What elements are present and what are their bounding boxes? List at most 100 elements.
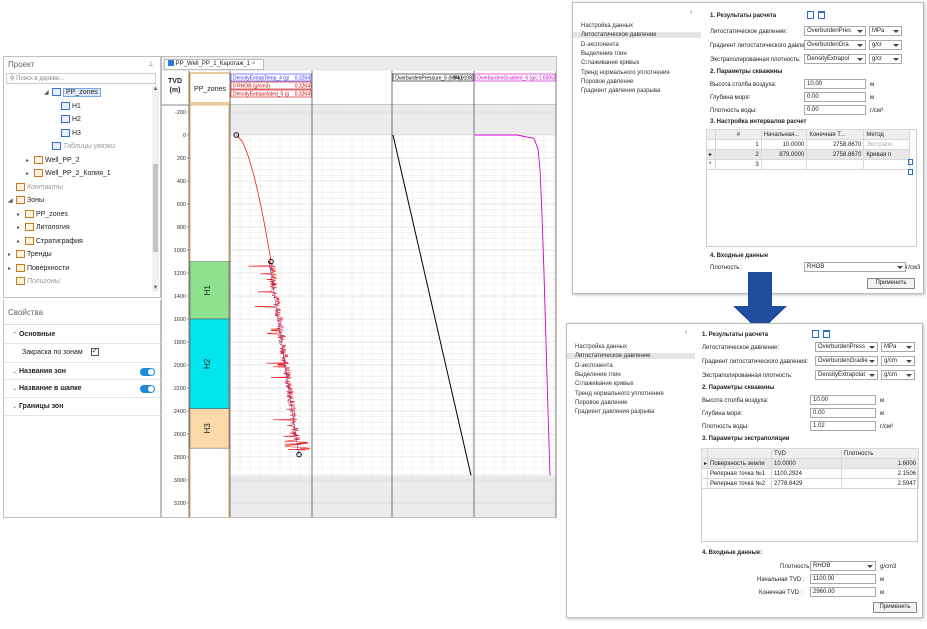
expand-right-icon[interactable]: ▸ xyxy=(17,222,25,235)
tree-item[interactable]: Полигоны xyxy=(8,275,60,288)
sea-input[interactable]: 0.00 xyxy=(810,408,876,418)
nav-item[interactable]: Настройка данных xyxy=(575,344,693,350)
lith-select[interactable]: OverburdenPres xyxy=(804,26,866,36)
zone-names-toggle[interactable] xyxy=(140,368,155,376)
water-input[interactable]: 0.00 xyxy=(804,105,866,115)
expand-right-icon[interactable]: ▸ xyxy=(26,168,34,181)
search-input[interactable]: ⚲ Поиск в дереве... xyxy=(6,73,156,84)
lith-unit-select[interactable]: MPa xyxy=(881,342,915,352)
nav-item[interactable]: Литостатическое давление xyxy=(567,353,695,360)
table-row[interactable]: ▸ 2 879.0000 2758.8670 Кривая п xyxy=(705,149,910,160)
tree-item[interactable]: H2 xyxy=(53,113,81,126)
row-delete-icon[interactable] xyxy=(908,159,913,165)
tree-item[interactable]: ▸ Well_PP_2_Копия_1 xyxy=(26,167,111,180)
grad-select[interactable]: OverburdenGradie xyxy=(815,356,878,366)
nav-item[interactable]: Выделение глин xyxy=(575,372,693,378)
header-name-toggle[interactable] xyxy=(140,385,155,393)
nav-item[interactable]: Тренд нормального уплотнения xyxy=(581,70,699,76)
apply-button[interactable]: Применить xyxy=(867,278,915,289)
tree-item-label: H1 xyxy=(72,102,81,110)
grad-unit-select[interactable]: g/cm xyxy=(881,356,915,366)
dens-select[interactable]: DensityExtrapolat xyxy=(815,370,878,380)
input-dens-select[interactable]: RHOB xyxy=(810,561,876,571)
nav-item[interactable]: Настройка данных xyxy=(581,23,699,29)
tree-item[interactable]: ▸ Поверхности xyxy=(8,262,69,275)
dens-select[interactable]: DensityExtrapol xyxy=(804,54,866,64)
nav-item[interactable]: Тренд нормального уплотнения xyxy=(575,391,693,397)
pin-icon[interactable]: ⊥ xyxy=(148,60,154,68)
expand-right-icon[interactable]: ▸ xyxy=(26,155,34,168)
table-row[interactable]: Реперная точка №2 2778.6429 2.5947 xyxy=(701,478,919,489)
tree-item[interactable]: ◢ PP_zones xyxy=(44,86,101,99)
nav-item[interactable]: Сглаживание кривых xyxy=(575,381,693,387)
air-input[interactable]: 10.00 xyxy=(804,79,866,89)
zone-bounds-row[interactable]: ⌄ Границы зон xyxy=(4,398,164,416)
group-basic[interactable]: ⌃ Основные xyxy=(4,326,164,344)
tree-item[interactable]: Таблицы увязки xyxy=(44,140,115,153)
expand-right-icon[interactable]: ▸ xyxy=(17,209,25,222)
table-row[interactable]: Реперная точка №1 1100.2924 2.1506 xyxy=(701,468,919,479)
lith-unit-select[interactable]: MPa xyxy=(869,26,902,36)
tree-item[interactable]: H1 xyxy=(53,100,81,113)
input-dens-unit: g/cm3 xyxy=(880,564,897,570)
close-icon[interactable]: × xyxy=(252,61,256,67)
expand-right-icon[interactable]: ▸ xyxy=(8,263,16,276)
fill-by-zones-checkbox[interactable]: ✓ xyxy=(90,348,99,357)
nav-item[interactable]: Сглаживание кривых xyxy=(581,60,699,66)
nav-item[interactable]: D-экспонента xyxy=(581,42,699,48)
save-icon[interactable] xyxy=(812,330,819,338)
collapse-icon[interactable]: ‹ xyxy=(685,329,687,336)
section-input: 4. Входные данные xyxy=(710,253,769,259)
grad-select[interactable]: OverburdenGra xyxy=(804,40,866,50)
collapse-icon[interactable]: ‹ xyxy=(690,9,692,16)
log-icon xyxy=(168,60,174,67)
water-input[interactable]: 1.02 xyxy=(810,421,876,431)
end-tvd-input[interactable]: 2960.00 xyxy=(810,587,876,597)
nav-item[interactable]: Выделение глин xyxy=(581,51,699,57)
tree-item[interactable]: ▸ Well_PP_2 xyxy=(26,154,80,167)
expand-down-icon[interactable]: ◢ xyxy=(8,195,16,208)
shade-top xyxy=(189,105,556,135)
expand-right-icon[interactable]: ▸ xyxy=(8,249,16,262)
nav-item[interactable]: Поровое давление xyxy=(581,79,699,85)
air-input[interactable]: 10.00 xyxy=(810,395,876,405)
header-name-row[interactable]: ⌄ Название в шапке xyxy=(4,380,164,398)
node-icon xyxy=(16,277,25,286)
save-icon[interactable] xyxy=(807,11,814,19)
extrap-table[interactable]: TVD Плотность ▸ Поверхность земли 10.0000 1.… xyxy=(701,448,919,489)
nav-item[interactable]: Градиент давления разрыва xyxy=(581,88,699,94)
apply-button[interactable]: Применить xyxy=(873,602,917,613)
tree-item[interactable]: ◢ Зоны xyxy=(8,194,44,207)
table-row[interactable]: ▸ Поверхность земли 10.0000 1.6000 xyxy=(701,458,919,469)
row-delete-icon[interactable] xyxy=(908,169,913,175)
start-tvd-input[interactable]: 1100.00 xyxy=(810,574,876,584)
expand-down-icon[interactable]: ◢ xyxy=(44,87,52,100)
scrollbar-thumb[interactable] xyxy=(153,164,158,252)
well-tab[interactable]: PP_Well_PP_1_Каротаж_1 × xyxy=(164,59,264,70)
expand-right-icon[interactable]: ▸ xyxy=(17,236,25,249)
delete-icon[interactable] xyxy=(818,11,825,19)
nav-item[interactable]: Поровое давление xyxy=(575,400,693,406)
sea-input[interactable]: 0.00 xyxy=(804,92,866,102)
dens-unit-select[interactable]: g/cr xyxy=(869,54,902,64)
water-label: Плотность воды: xyxy=(710,108,757,114)
tree-item[interactable]: H3 xyxy=(53,127,81,140)
grad-unit-select[interactable]: g/cr xyxy=(869,40,902,50)
calc-dialog-bottom: ‹ Настройка данных Литостатическое давлен… xyxy=(566,323,923,618)
tree-scrollbar[interactable]: ▲ ▼ xyxy=(152,86,159,292)
dens-unit-select[interactable]: g/cm xyxy=(881,370,915,380)
tree-item[interactable]: ▸ Литология xyxy=(17,221,70,234)
intervals-table[interactable]: # Начальная... Конечная T... Метод 1 10.0000… xyxy=(705,129,910,170)
nav-item[interactable]: D-экспонента xyxy=(575,363,693,369)
table-row[interactable]: * 3 xyxy=(705,159,910,170)
tree-item[interactable]: ▸ Тренды xyxy=(8,248,52,261)
table-row[interactable]: 1 10.0000 2758.8670 Экстрапо xyxy=(705,139,910,150)
lith-select[interactable]: OverburdenPress xyxy=(815,342,878,352)
input-dens-select[interactable]: RHOB xyxy=(804,262,906,272)
tree-item[interactable]: ▸ Стратиграфия xyxy=(17,235,83,248)
tree-item[interactable]: ▸ PP_zones xyxy=(17,208,68,221)
delete-icon[interactable] xyxy=(823,330,830,338)
nav-item[interactable]: Градиент давления разрыва xyxy=(575,409,693,415)
tree-item[interactable]: Контакты xyxy=(8,181,63,194)
zone-names-row[interactable]: ⌄ Названия зон xyxy=(4,362,164,380)
